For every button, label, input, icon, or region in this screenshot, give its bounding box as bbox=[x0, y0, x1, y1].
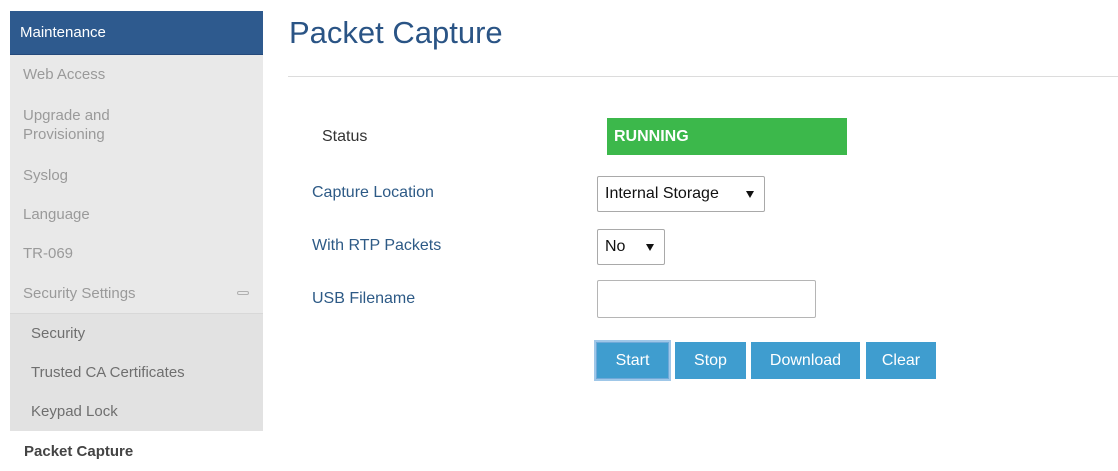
sidebar-subitem-security[interactable]: Security bbox=[10, 314, 263, 353]
rtp-packets-value: No bbox=[605, 238, 626, 255]
capture-location-label: Capture Location bbox=[312, 184, 434, 201]
page-title: Packet Capture bbox=[289, 15, 503, 50]
sidebar-subitem-keypad-lock[interactable]: Keypad Lock bbox=[10, 392, 263, 431]
sidebar-list: Web Access Upgrade and Provisioning Sysl… bbox=[10, 55, 263, 431]
sidebar-item-label: Upgrade and Provisioning bbox=[23, 107, 110, 143]
capture-location-value: Internal Storage bbox=[605, 185, 719, 202]
stop-button[interactable]: Stop bbox=[675, 342, 746, 379]
title-divider bbox=[288, 76, 1118, 77]
sidebar-item-language[interactable]: Language bbox=[10, 195, 263, 234]
sidebar-subitem-trusted-ca-certificates[interactable]: Trusted CA Certificates bbox=[10, 353, 263, 392]
sidebar-item-label: Security Settings bbox=[23, 284, 136, 302]
sidebar: Maintenance Web Access Upgrade and Provi… bbox=[10, 11, 263, 471]
sidebar-submenu-security-settings: Security Trusted CA Certificates Keypad … bbox=[10, 313, 263, 431]
dropdown-arrow-icon bbox=[746, 191, 754, 198]
sidebar-item-security-settings[interactable]: Security Settings bbox=[10, 273, 263, 313]
sidebar-item-web-access[interactable]: Web Access bbox=[10, 55, 263, 94]
rtp-packets-select[interactable]: No bbox=[597, 229, 665, 265]
collapse-icon[interactable] bbox=[237, 291, 249, 295]
sidebar-header-maintenance[interactable]: Maintenance bbox=[10, 11, 263, 55]
status-label: Status bbox=[322, 128, 368, 145]
sidebar-item-tr-069[interactable]: TR-069 bbox=[10, 234, 263, 273]
clear-button[interactable]: Clear bbox=[866, 342, 936, 379]
capture-location-select[interactable]: Internal Storage bbox=[597, 176, 765, 212]
sidebar-item-upgrade-and-provisioning[interactable]: Upgrade and Provisioning bbox=[10, 94, 263, 156]
sidebar-item-packet-capture[interactable]: Packet Capture bbox=[10, 431, 263, 471]
download-button[interactable]: Download bbox=[751, 342, 860, 379]
status-badge: RUNNING bbox=[607, 118, 847, 155]
usb-filename-input[interactable] bbox=[597, 280, 816, 318]
start-button[interactable]: Start bbox=[596, 342, 669, 379]
sidebar-item-syslog[interactable]: Syslog bbox=[10, 156, 263, 195]
dropdown-arrow-icon bbox=[646, 244, 654, 251]
rtp-packets-label: With RTP Packets bbox=[312, 237, 442, 254]
usb-filename-label: USB Filename bbox=[312, 290, 416, 307]
